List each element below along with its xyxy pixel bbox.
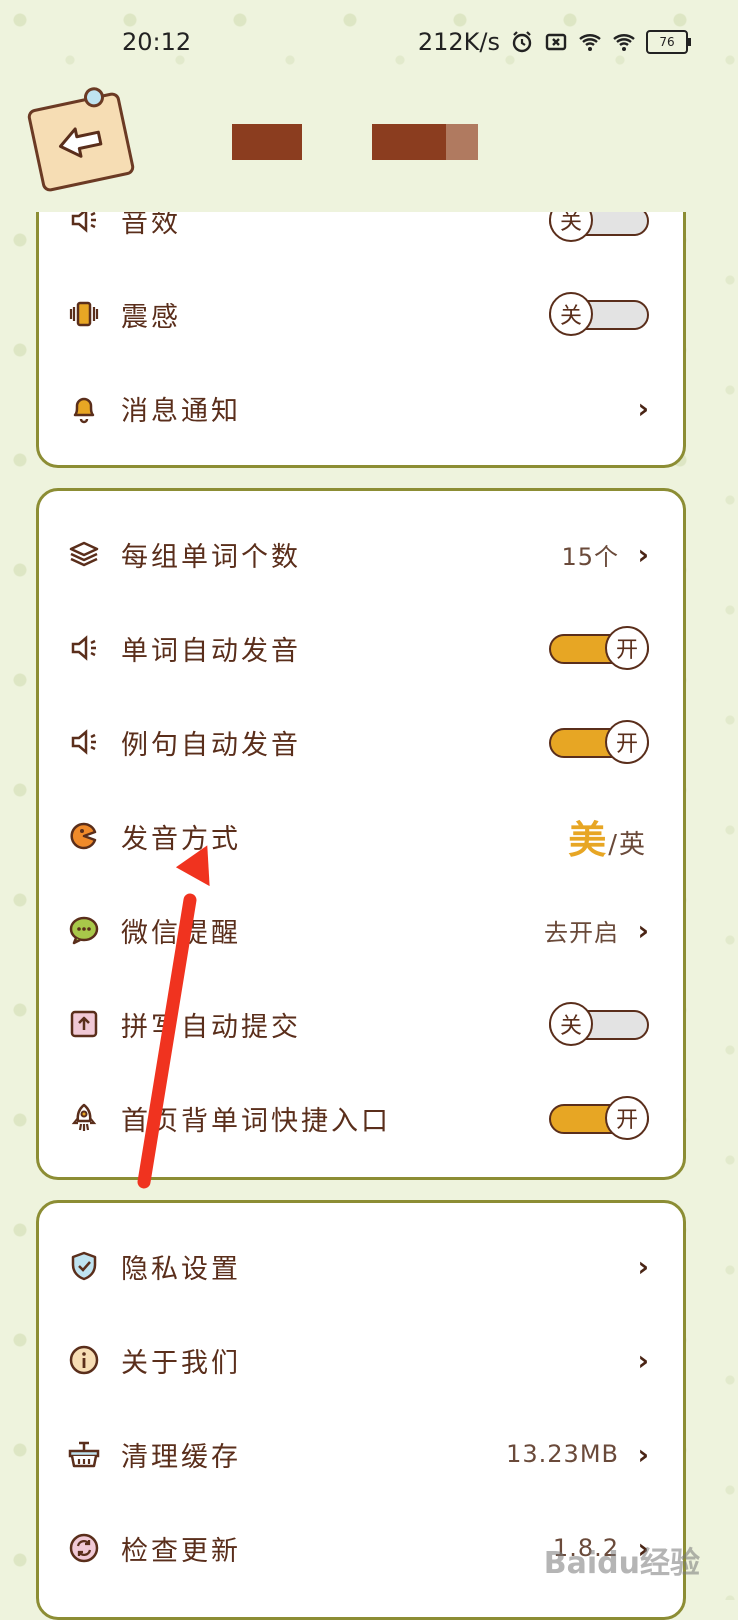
redacted-block: [232, 124, 302, 160]
rocket-icon: [67, 1101, 101, 1135]
toggle-knob: 开: [605, 1096, 649, 1140]
shield-icon: [67, 1249, 101, 1283]
toggle-knob: 关: [549, 292, 593, 336]
speaker-icon: [67, 725, 101, 759]
row-home-shortcut[interactable]: 首页背单词快捷入口 开: [39, 1071, 683, 1165]
row-label: 微信提醒: [121, 917, 241, 949]
back-arrow-icon: [58, 127, 103, 158]
speaker-icon: [67, 631, 101, 665]
chevron-right-icon: ›: [637, 1249, 649, 1283]
wifi-icon: [579, 34, 601, 51]
back-button[interactable]: [26, 85, 136, 193]
pin-icon: [82, 85, 106, 110]
row-label: 震感: [121, 301, 181, 333]
vibration-icon: [67, 297, 101, 331]
network-speed: 212K/s: [417, 28, 500, 56]
wechat-icon: [67, 913, 101, 947]
row-pronunciation-mode[interactable]: 发音方式 美 / 英: [39, 789, 683, 883]
pacman-icon: [67, 819, 101, 853]
toggle-knob: 开: [605, 626, 649, 670]
battery-indicator: 76: [646, 30, 691, 54]
row-about-us[interactable]: 关于我们 ›: [39, 1313, 683, 1407]
no-sim-icon: [545, 33, 567, 51]
upload-icon: [67, 1007, 101, 1041]
vibration-toggle[interactable]: 关: [549, 292, 649, 336]
row-label: 拼写自动提交: [121, 1011, 301, 1043]
row-label: 隐私设置: [121, 1253, 241, 1285]
chevron-right-icon: ›: [637, 913, 649, 947]
row-clear-cache[interactable]: 清理缓存 13.23MB ›: [39, 1407, 683, 1501]
layers-icon: [67, 537, 101, 571]
status-bar: 20:12 212K/s 76: [0, 0, 738, 80]
row-label: 每组单词个数: [121, 541, 301, 573]
row-word-auto-pronounce[interactable]: 单词自动发音 开: [39, 601, 683, 695]
row-label: 首页背单词快捷入口: [121, 1105, 391, 1137]
alarm-icon: [512, 31, 532, 53]
wifi-icon: [613, 34, 635, 51]
row-label: 检查更新: [121, 1535, 241, 1567]
settings-card-sound: 音效 关 震感 关 消息通知 ›: [36, 170, 686, 468]
chevron-right-icon: ›: [637, 537, 649, 571]
row-label: 消息通知: [121, 395, 241, 427]
row-wechat-reminder[interactable]: 微信提醒 去开启 ›: [39, 883, 683, 977]
toggle-knob: 开: [605, 720, 649, 764]
toggle-knob: 关: [549, 1002, 593, 1046]
bell-icon: [67, 391, 101, 425]
status-time: 20:12: [122, 28, 192, 56]
chevron-right-icon: ›: [637, 391, 649, 425]
row-value: 13.23MB: [506, 1440, 619, 1468]
row-label: 单词自动发音: [121, 635, 301, 667]
chevron-right-icon: ›: [637, 1437, 649, 1471]
refresh-icon: [67, 1531, 101, 1565]
row-spelling-auto-submit[interactable]: 拼写自动提交 关: [39, 977, 683, 1071]
row-sentence-auto-pronounce[interactable]: 例句自动发音 开: [39, 695, 683, 789]
row-label: 例句自动发音: [121, 729, 301, 761]
row-value: 去开启: [544, 918, 619, 947]
row-notifications[interactable]: 消息通知 ›: [39, 361, 683, 455]
header: [0, 80, 738, 210]
pronunciation-us[interactable]: 美: [568, 809, 606, 864]
row-label: 清理缓存: [121, 1441, 241, 1473]
row-privacy-settings[interactable]: 隐私设置 ›: [39, 1219, 683, 1313]
home-shortcut-toggle[interactable]: 开: [549, 1096, 649, 1140]
row-label: 发音方式: [121, 823, 241, 855]
chevron-right-icon: ›: [637, 1343, 649, 1377]
page-title-redacted: [232, 124, 478, 160]
spelling-auto-submit-toggle[interactable]: 关: [549, 1002, 649, 1046]
sentence-auto-pronounce-toggle[interactable]: 开: [549, 720, 649, 764]
word-auto-pronounce-toggle[interactable]: 开: [549, 626, 649, 670]
info-icon: [67, 1343, 101, 1377]
redacted-block: [372, 124, 478, 160]
row-value: 15个: [561, 542, 619, 571]
row-words-per-group[interactable]: 每组单词个数 15个 ›: [39, 507, 683, 601]
watermark: Baidu经验: [543, 1546, 700, 1581]
pronunciation-uk[interactable]: 英: [619, 824, 645, 861]
settings-card-learning: 每组单词个数 15个 › 单词自动发音 开 例句自动发音 开 发音方式 美 / …: [36, 488, 686, 1180]
row-vibration[interactable]: 震感 关: [39, 267, 683, 361]
basket-icon: [67, 1437, 101, 1471]
pronunciation-selector[interactable]: 美 / 英: [568, 809, 645, 864]
pronunciation-separator: /: [608, 829, 617, 860]
row-label: 关于我们: [121, 1347, 241, 1379]
